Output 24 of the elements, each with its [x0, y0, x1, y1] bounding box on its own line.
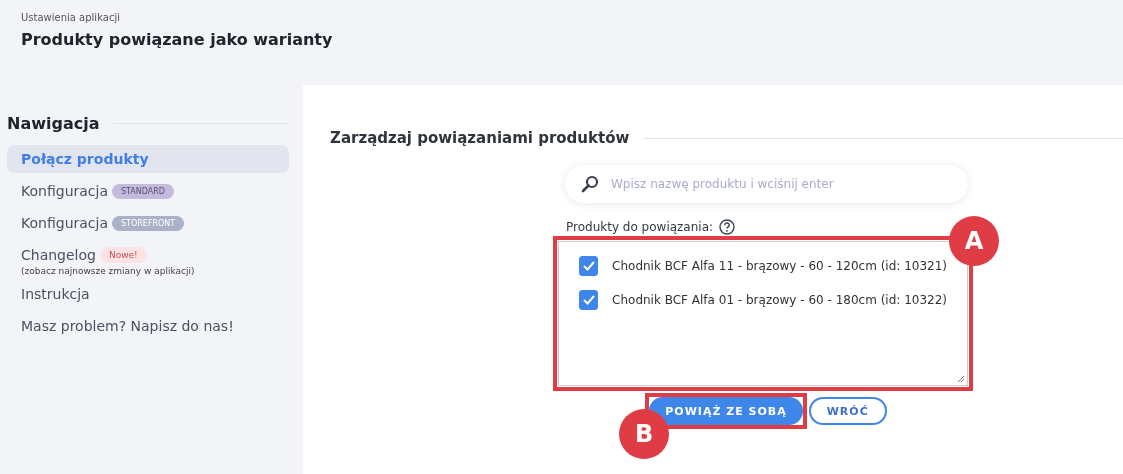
nav-item[interactable]: Instrukcja: [7, 280, 289, 308]
nav-note: (zobacz najnowsze zmiany w aplikacji): [20, 266, 196, 276]
check-icon: [581, 294, 596, 306]
list-label: Produkty do powiązania:: [566, 220, 714, 234]
nav-badge: STOREFRONT: [112, 215, 185, 231]
search-icon: [581, 175, 599, 193]
check-icon: [581, 260, 596, 272]
page-title: Produkty powiązane jako warianty: [21, 30, 334, 49]
checkbox[interactable]: [579, 256, 599, 276]
nav-badge: STANDARD: [112, 183, 175, 199]
sidebar-title: Nawigacja: [7, 114, 100, 133]
nav-badge: Nowe!: [99, 247, 147, 263]
nav-item[interactable]: Konfiguracja STOREFRONT: [7, 209, 289, 237]
section-title: Zarządzaj powiązaniami produktów: [330, 129, 630, 147]
product-label: Chodnik BCF Alfa 11 - brązowy - 60 - 120cm (id: 10321): [612, 259, 947, 273]
breadcrumb: Ustawienia aplikacji: [21, 12, 121, 23]
callout-badge: A: [949, 216, 999, 266]
back-button[interactable]: WRÓĆ: [808, 397, 887, 425]
checkbox[interactable]: [579, 290, 599, 310]
resize-grip-icon[interactable]: [957, 375, 965, 383]
nav-item[interactable]: Masz problem? Napisz do nas!: [7, 312, 289, 340]
nav-item[interactable]: Konfiguracja STANDARD: [7, 177, 289, 205]
product-label: Chodnik BCF Alfa 01 - brązowy - 60 - 180cm (id: 10322): [612, 293, 947, 307]
help-icon[interactable]: [719, 219, 736, 235]
